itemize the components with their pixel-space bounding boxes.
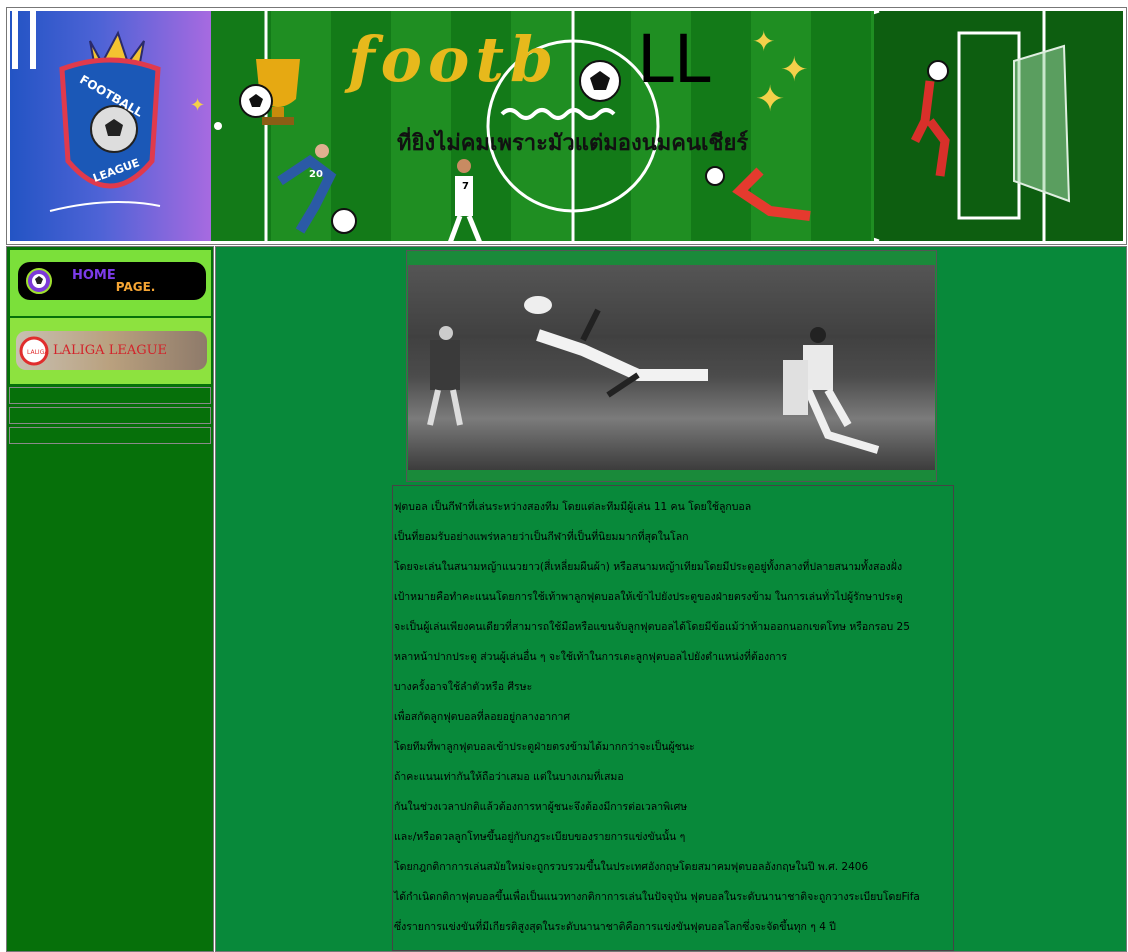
laliga-league-button[interactable]: LALIGA LALIGA LEAGUE	[16, 331, 207, 370]
bicycle-kick-photo	[408, 265, 935, 470]
paragraph-line: โดยจะเล่นในสนามหญ้าแนวยาว(สี่เหลี่ยมผืนผ…	[394, 561, 903, 573]
laliga-card: LALIGA LALIGA LEAGUE	[10, 318, 211, 384]
paragraph-line: และ/หรือดวลลูกโทษขึ้นอยู่กับกฎระเบียบของ…	[394, 831, 686, 843]
header-banner: ✦ FOOTBALL LEAGUE ✦ ✦ ✦ footb LL ที่ยิงไ…	[6, 7, 1127, 245]
svg-text:✦: ✦	[752, 25, 775, 58]
jersey-number: 20	[309, 169, 323, 180]
banner-title-plain: LL	[637, 21, 711, 98]
sidebar: HOME PAGE. LALIGA LALIGA LEAGUE	[6, 246, 214, 952]
banner-image: ✦ FOOTBALL LEAGUE ✦ ✦ ✦ footb LL ที่ยิงไ…	[10, 11, 1123, 241]
paragraph-line: ถ้าคะแนนเท่ากันให้ถือว่าเสมอ แต่ในบางเกม…	[394, 771, 624, 783]
paragraph-line: เป็นที่ยอมรับอย่างแพร่หลายว่าเป็นกีฬาที่…	[394, 531, 689, 543]
article-text: ฟุตบอล เป็นกีฬาที่เล่นระหว่างสองทีม โดยแ…	[392, 485, 954, 951]
home-card: HOME PAGE.	[10, 250, 211, 316]
paragraph-line: ได้กำเนิดกติกาฟุตบอลขึ้นเพื่อเป็นแนวทางก…	[394, 891, 920, 903]
photo-figures	[408, 265, 935, 454]
paragraph-line: จะเป็นผู้เล่นเพียงคนเดียวที่สามารถใช้มือ…	[394, 621, 910, 633]
home-label: HOME	[72, 267, 116, 283]
jersey-number: 7	[462, 181, 469, 192]
photo-frame	[406, 250, 937, 482]
sidebar-link-3[interactable]	[9, 427, 211, 444]
home-page-button[interactable]: HOME PAGE.	[18, 262, 206, 300]
soccer-ball-icon	[26, 268, 52, 294]
svg-text:LALIGA: LALIGA	[27, 349, 49, 356]
banner-title: footb	[348, 23, 559, 96]
paragraph-line: ฟุตบอล เป็นกีฬาที่เล่นระหว่างสองทีม โดยแ…	[394, 501, 752, 513]
page-label: PAGE.	[115, 280, 156, 294]
svg-text:✦: ✦	[755, 79, 785, 120]
paragraph-line: หลาหน้าปากประตู ส่วนผู้เล่นอื่น ๆ จะใช้เ…	[394, 651, 788, 663]
paragraph-line: โดยทีมที่พาลูกฟุตบอลเข้าประตูฝ่ายตรงข้าม…	[394, 741, 695, 753]
paragraph-line: บางครั้งอาจใช้ลำตัวหรือ ศีรษะ	[394, 681, 533, 693]
main-content: ฟุตบอล เป็นกีฬาที่เล่นระหว่างสองทีม โดยแ…	[215, 246, 1127, 952]
paragraph-line: ซึ่งรายการแข่งขันที่มีเกียรติสูงสุดในระด…	[394, 921, 836, 933]
sidebar-link-2[interactable]	[9, 407, 211, 424]
sidebar-link-1[interactable]	[9, 387, 211, 404]
laliga-label: LALIGA LEAGUE	[53, 343, 168, 358]
paragraph-line: เป้าหมายคือทำคะแนนโดยการใช้เท้าพาลูกฟุตบ…	[394, 591, 903, 603]
laliga-logo-icon: LALIGA	[19, 336, 49, 365]
paragraph-line: กันในช่วงเวลาปกติแล้วต้องการหาผู้ชนะจึงต…	[394, 801, 688, 813]
paragraph-line: โดยกฎกติกาการเล่นสมัยใหม่จะถูกรวบรวมขึ้น…	[394, 861, 869, 873]
paragraph-line: เพื่อสกัดลูกฟุตบอลที่ลอยอยู่กลางอากาศ	[394, 711, 571, 723]
banner-tagline: ที่ยิงไม่คมเพราะมัวแต่มองนมคนเชียร์	[397, 130, 749, 156]
banner-title-colored: footb	[348, 23, 560, 96]
